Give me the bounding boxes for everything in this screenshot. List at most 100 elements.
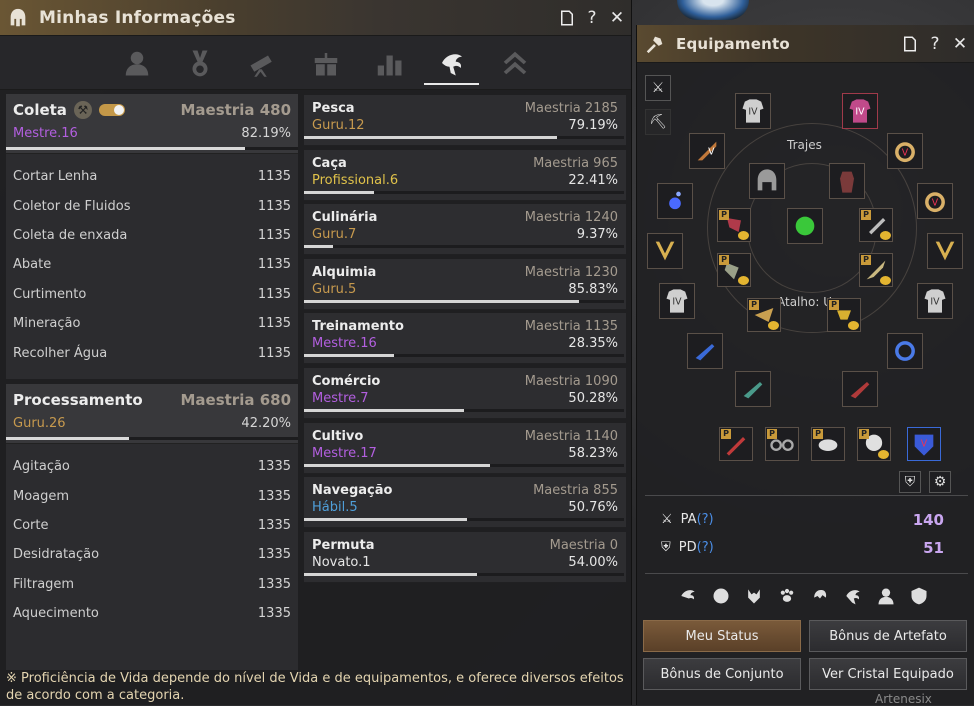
skill-row-label: Recolher Água [13,345,108,361]
help-icon[interactable]: ? [924,33,946,55]
close-icon[interactable]: ✕ [606,7,628,29]
shield-toggle-icon[interactable]: ⛨ [899,471,921,493]
necklace-icon [655,241,675,261]
skill-progress [304,245,624,249]
life-skill-card[interactable]: Treinamento Maestria 1135 Mestre.16 28.35% [304,313,626,365]
life-skill-card[interactable]: Cultivo Maestria 1140 Mestre.17 58.23% [304,422,626,474]
skill-row-value: 1335 [257,606,291,622]
face-icon[interactable] [710,585,732,607]
life-skill-card[interactable]: Permuta Maestria 0 Novato.1 54.00% [304,531,626,583]
svg-text:IV: IV [748,107,758,118]
armor-slot[interactable]: IV [735,93,771,129]
pickaxe-icon[interactable]: ⛏ [645,109,671,135]
medal-icon [192,50,207,76]
svg-text:IV: IV [672,297,682,308]
processing-list: Agitação 1335 Moagem 1335 Corte 1335 Desidrata… [6,444,298,628]
awakening-weapon-slot[interactable] [842,371,878,407]
costume-awakening-slot[interactable]: P [859,253,893,287]
tab-gifts[interactable] [294,36,357,90]
life-skill-card[interactable]: Pesca Maestria 2185 Guru.12 79.19% [304,95,626,146]
help-icon[interactable]: ? [581,7,603,29]
gloves-slot[interactable]: IV [659,283,695,319]
skill-row-label: Desidratação [13,547,100,563]
skill-row-value: 1135 [257,286,291,302]
skill-level: Guru.7 [312,227,357,243]
dp-label[interactable]: PD(?) [679,540,714,555]
skill-percent: 28.35% [568,336,618,352]
tools-icon[interactable]: ⚒ [73,101,92,119]
skill-row: Moagem 1335 [13,481,291,510]
tab-life-skills[interactable] [420,36,483,90]
crossed-swords-icon[interactable]: ⚔ [645,75,671,101]
costume-subweapon-slot[interactable]: P [859,208,893,242]
skill-progress [304,190,624,194]
pet-slot[interactable]: P [857,427,891,461]
my-status-button[interactable]: Meu Status [643,620,801,652]
bracelet-icon [895,341,915,361]
ap-stat: ⚔ PA(?) [661,512,714,527]
tab-knowledge[interactable] [231,36,294,90]
earring-slot-2[interactable] [687,333,723,369]
skill-progress [304,354,624,358]
cloak-slot[interactable]: V [907,427,941,461]
bracelet-slot[interactable] [887,333,923,369]
shoes-slot[interactable]: IV [917,283,953,319]
life-skill-card[interactable]: Caça Maestria 965 Profissional.6 22.41% [304,149,626,201]
dragon-icon[interactable] [842,585,864,607]
tab-rank[interactable] [483,36,546,90]
costume-weapon-slot[interactable]: P [717,208,751,242]
svg-text:V: V [902,148,909,159]
fairy-icon[interactable] [677,585,699,607]
svg-text:IV: IV [930,297,940,308]
costume-armor-slot[interactable]: IV [842,93,878,129]
paw-icon[interactable] [776,585,798,607]
ring-slot[interactable]: V [887,133,923,169]
costume-tool-slot[interactable]: P [717,253,751,287]
view-crystal-button[interactable]: Ver Cristal Equipado [809,658,967,690]
alchemy-stone-slot[interactable] [787,208,823,244]
horse-icon[interactable] [743,585,765,607]
guide-icon[interactable] [899,33,921,55]
gear-icon[interactable]: ⚙ [929,471,951,493]
close-icon[interactable]: ✕ [949,33,971,55]
skill-mastery: Maestria 1140 [524,428,618,444]
earring-slot[interactable] [657,183,693,219]
info-tabs [0,36,631,90]
svg-text:IV: IV [855,107,865,118]
life-skill-card[interactable]: Navegação Maestria 855 Hábil.5 50.76% [304,477,626,529]
sub-weapon-slot[interactable] [735,371,771,407]
life-skill-card[interactable]: Comércio Maestria 1090 Mestre.7 50.28% [304,367,626,419]
skill-row-value: 1335 [257,488,291,504]
belt-slot[interactable] [927,233,963,269]
ap-label[interactable]: PA(?) [681,512,714,527]
hair-icon[interactable] [809,585,831,607]
mask-slot[interactable]: P [811,427,845,461]
life-skill-card[interactable]: Culinária Maestria 1240 Guru.7 9.37% [304,204,626,256]
skill-row-value: 1335 [257,459,291,475]
gathering-toggle[interactable] [98,104,125,116]
tab-achievements[interactable] [168,36,231,90]
necklace-slot[interactable] [647,233,683,269]
costume-helmet-slot[interactable] [829,163,865,199]
guard-icon[interactable] [908,585,930,607]
tab-profile[interactable] [105,36,168,90]
guide-icon[interactable] [556,7,578,29]
character-icon[interactable] [875,585,897,607]
glasses-slot[interactable]: P [765,427,799,461]
divider [645,495,968,496]
costume-underwear-slot[interactable]: P [827,298,861,332]
my-info-titlebar[interactable]: Minhas Informações ? ✕ [0,0,631,36]
helmet-slot[interactable] [749,163,785,199]
artifact-bonus-button[interactable]: Bônus de Artefato [809,620,967,652]
main-weapon-slot[interactable]: V [689,133,725,169]
processing-progress [6,437,298,440]
ring-slot-2[interactable]: V [917,183,953,219]
equipment-titlebar[interactable]: Equipamento ? ✕ [637,25,974,63]
equipment-area: ⚔ ⛏ IV IV V Trajes V V P P P P Atalho: U… [637,63,974,493]
costume-gloves-slot[interactable]: P [747,298,781,332]
skill-row-label: Cortar Lenha [13,169,98,185]
tab-statistics[interactable] [357,36,420,90]
lantern-slot[interactable]: P [719,427,753,461]
set-bonus-button[interactable]: Bônus de Conjunto [643,658,801,690]
life-skill-card[interactable]: Alquimia Maestria 1230 Guru.5 85.83% [304,258,626,310]
